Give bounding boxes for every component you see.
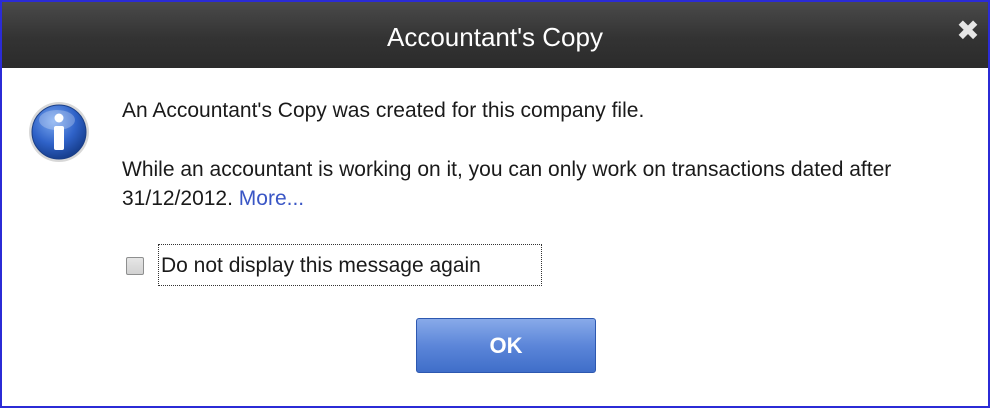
title-bar: Accountant's Copy ✖ bbox=[2, 2, 988, 68]
ok-button[interactable]: OK bbox=[416, 318, 596, 373]
message-line-2: While an accountant is working on it, yo… bbox=[122, 155, 972, 213]
do-not-display-checkbox[interactable] bbox=[126, 257, 144, 275]
info-icon bbox=[29, 102, 89, 162]
checkbox-label[interactable]: Do not display this message again bbox=[158, 244, 542, 286]
accountants-copy-dialog: Accountant's Copy ✖ An Accountant's Copy… bbox=[0, 0, 990, 408]
dialog-title: Accountant's Copy bbox=[387, 22, 603, 52]
close-icon: ✖ bbox=[956, 15, 980, 46]
more-link[interactable]: More... bbox=[239, 187, 304, 210]
message-line-1: An Accountant's Copy was created for thi… bbox=[122, 99, 645, 122]
message-line-2-text: While an accountant is working on it, yo… bbox=[122, 158, 892, 210]
close-button[interactable]: ✖ bbox=[954, 16, 982, 46]
